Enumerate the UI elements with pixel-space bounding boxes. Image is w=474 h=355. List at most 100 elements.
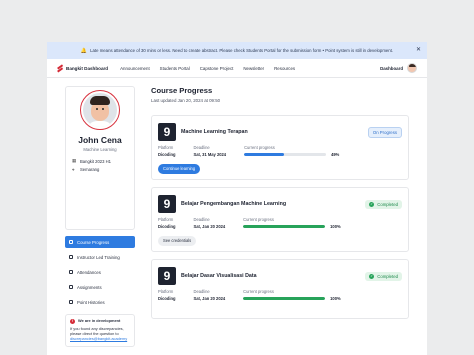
profile-name: John Cena bbox=[78, 135, 122, 145]
brand[interactable]: Bangkit Dashboard bbox=[57, 63, 109, 72]
sidebar-item-assignments[interactable]: Assignments bbox=[65, 281, 135, 293]
bell-icon: 🔔 bbox=[80, 47, 88, 54]
nav-link-newsletter[interactable]: Newsletter bbox=[243, 66, 264, 71]
platform-col: Platform Dicoding bbox=[158, 217, 176, 229]
building-icon: ▦ bbox=[72, 158, 77, 163]
course-card: 9 Belajar Pengembangan Machine Learning … bbox=[151, 187, 409, 252]
profile-role: Machine Learning bbox=[83, 147, 117, 152]
progress-label: Current progress bbox=[244, 145, 275, 150]
dev-notice-title-row: ! We are in development bbox=[70, 318, 130, 324]
nav-link-students-portal[interactable]: Students Portal bbox=[160, 66, 190, 71]
deadline-col: Deadline Sat, Jan 20 2024 bbox=[194, 289, 226, 301]
nav-user[interactable]: Dashboard bbox=[380, 63, 417, 73]
dev-notice-email-link[interactable]: discrepancies@bangkit.academy bbox=[70, 336, 130, 342]
nav-link-capstone-project[interactable]: Capstone Project bbox=[200, 66, 234, 71]
warning-icon: ! bbox=[70, 319, 75, 324]
close-icon[interactable]: ✕ bbox=[416, 46, 421, 53]
progress-row: 49% bbox=[244, 152, 394, 157]
platform-col: Platform Dicoding bbox=[158, 289, 176, 301]
dev-notice: ! We are in development If you found any… bbox=[65, 314, 135, 347]
location-row: ⌖ Semarang bbox=[72, 167, 134, 172]
platform-col: Platform Dicoding bbox=[158, 145, 176, 157]
location-pin-icon: ⌖ bbox=[72, 167, 75, 172]
progress-percent: 100% bbox=[330, 296, 341, 301]
course-title[interactable]: Machine Learning Terapan bbox=[181, 129, 248, 135]
user-avatar[interactable] bbox=[407, 63, 417, 73]
course-card: 9 Belajar Dasar Visualisasi Data ✓ Compl… bbox=[151, 259, 409, 319]
sidebar-item-label: Assignments bbox=[77, 284, 102, 290]
progress-label: Current progress bbox=[243, 289, 274, 294]
see-credentials-button[interactable]: See credentials bbox=[158, 235, 197, 246]
deadline-label: Deadline bbox=[193, 289, 210, 294]
deadline-col: Deadline Sat, Jan 20 2024 bbox=[194, 217, 226, 229]
brand-name: Bangkit Dashboard bbox=[66, 65, 109, 71]
course-title[interactable]: Belajar Pengembangan Machine Learning bbox=[181, 201, 286, 207]
status-label: Completed bbox=[377, 273, 398, 279]
sidebar-item-label: Point Histories bbox=[77, 299, 105, 305]
dev-notice-title: We are in development bbox=[78, 318, 121, 324]
progress-col: Current progress 100% bbox=[243, 217, 402, 229]
nav-links: Announcement Students Portal Capstone Pr… bbox=[120, 66, 295, 71]
course-details: Platform Dicoding Deadline Sat, 31 May 2… bbox=[158, 145, 402, 157]
dicoding-logo-icon: 9 bbox=[158, 195, 176, 213]
platform-value: Dicoding bbox=[158, 152, 176, 157]
deadline-label: Deadline bbox=[193, 217, 210, 222]
progress-bar bbox=[243, 225, 326, 228]
sidebar-item-label: Instructor Led Training bbox=[77, 254, 120, 260]
profile-meta: ▦ Bangkit 2023 H1 ⌖ Semarang bbox=[66, 158, 134, 172]
training-icon bbox=[69, 255, 73, 259]
platform-label: Platform bbox=[158, 217, 174, 222]
progress-row: 100% bbox=[243, 224, 394, 229]
sidebar-menu: Course Progress Instructor Led Training … bbox=[65, 236, 135, 308]
main-content: Course Progress Last updated Jan 20, 202… bbox=[151, 86, 409, 319]
nav-link-resources[interactable]: Resources bbox=[274, 66, 295, 71]
course-details: Platform Dicoding Deadline Sat, Jan 20 2… bbox=[158, 217, 402, 229]
status-badge: On Progress bbox=[367, 126, 402, 138]
progress-bar-fill bbox=[244, 153, 285, 156]
profile-avatar bbox=[80, 90, 120, 130]
sidebar-item-label: Attendances bbox=[77, 269, 101, 275]
course-title[interactable]: Belajar Dasar Visualisasi Data bbox=[181, 273, 257, 279]
profile-location: Semarang bbox=[80, 167, 100, 172]
profile-cohort: Bangkit 2023 H1 bbox=[80, 158, 111, 164]
page-title: Course Progress bbox=[151, 86, 213, 95]
course-details: Platform Dicoding Deadline Sat, Jan 20 2… bbox=[158, 289, 402, 301]
attendance-icon bbox=[69, 270, 73, 274]
continue-learning-button[interactable]: Continue learning bbox=[158, 163, 201, 174]
check-circle-icon: ✓ bbox=[369, 273, 375, 279]
progress-bar bbox=[244, 153, 327, 156]
dicoding-logo-icon: 9 bbox=[158, 267, 176, 285]
platform-label: Platform bbox=[158, 145, 174, 150]
dashboard-link[interactable]: Dashboard bbox=[380, 66, 403, 71]
history-icon bbox=[69, 300, 73, 304]
sidebar-item-point-histories[interactable]: Point Histories bbox=[65, 296, 135, 308]
course-header: 9 Belajar Dasar Visualisasi Data ✓ Compl… bbox=[158, 267, 402, 285]
status-badge: ✓ Completed bbox=[365, 271, 402, 281]
announcement-bar: 🔔 Late means attendance of 30 mins or le… bbox=[47, 42, 427, 59]
announcement-text: Late means attendance of 30 mins or less… bbox=[90, 48, 394, 53]
deadline-col: Deadline Sat, 31 May 2024 bbox=[194, 145, 227, 157]
course-progress-icon bbox=[69, 240, 73, 244]
cohort-row: ▦ Bangkit 2023 H1 bbox=[72, 158, 134, 164]
sidebar-item-attendances[interactable]: Attendances bbox=[65, 266, 135, 278]
last-updated: Last updated Jan 20, 2024 at 09:50 bbox=[151, 98, 221, 103]
progress-bar bbox=[243, 297, 326, 300]
status-badge: ✓ Completed bbox=[365, 199, 402, 209]
deadline-label: Deadline bbox=[193, 145, 210, 150]
progress-bar-fill bbox=[243, 225, 326, 228]
progress-col: Current progress 100% bbox=[243, 289, 402, 301]
course-header: 9 Belajar Pengembangan Machine Learning … bbox=[158, 195, 402, 213]
nav-link-announcement[interactable]: Announcement bbox=[120, 66, 150, 71]
status-label: Completed bbox=[377, 201, 398, 207]
deadline-value: Sat, Jan 20 2024 bbox=[193, 296, 226, 301]
profile-card: John Cena Machine Learning ▦ Bangkit 202… bbox=[65, 86, 135, 230]
status-label: On Progress bbox=[372, 129, 397, 135]
sidebar-item-instructor-led-training[interactable]: Instructor Led Training bbox=[65, 251, 135, 263]
sidebar-item-course-progress[interactable]: Course Progress bbox=[65, 236, 135, 248]
dicoding-logo-icon: 9 bbox=[158, 123, 176, 141]
sidebar-item-label: Course Progress bbox=[77, 239, 110, 245]
course-header: 9 Machine Learning Terapan On Progress bbox=[158, 123, 402, 141]
progress-bar-fill bbox=[243, 297, 326, 300]
platform-label: Platform bbox=[158, 289, 174, 294]
course-card: 9 Machine Learning Terapan On Progress P… bbox=[151, 115, 409, 180]
